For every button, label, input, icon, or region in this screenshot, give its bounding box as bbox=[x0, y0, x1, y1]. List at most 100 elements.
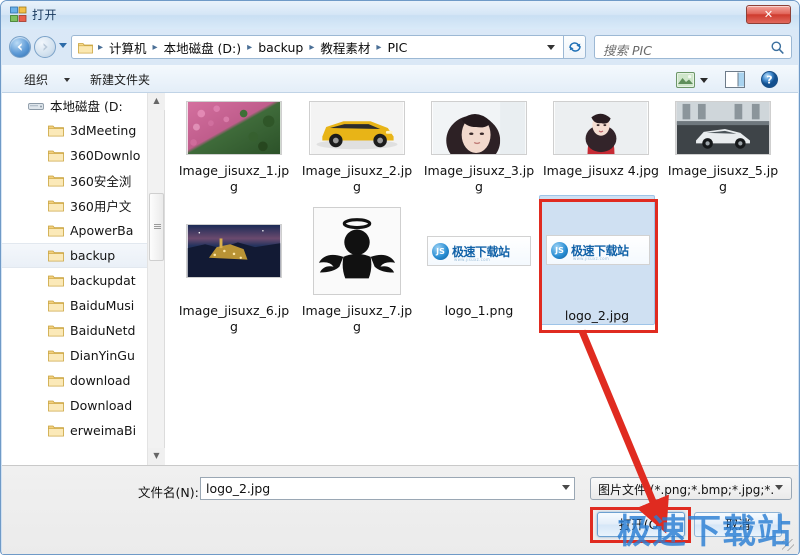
logo-subtext: www.jisuxz.com bbox=[454, 257, 491, 262]
chevron-down-icon[interactable] bbox=[700, 78, 708, 83]
tree-item-label: backupdat bbox=[70, 273, 136, 288]
address-bar: ▸ 计算机 ▸ 本地磁盘 (D:) ▸ backup ▸ 教程素材 ▸ PIC … bbox=[1, 29, 799, 65]
folder-icon bbox=[48, 350, 64, 362]
tree-item-3dmeeting[interactable]: 3dMeeting bbox=[2, 118, 164, 143]
file-list[interactable]: Image_jisuxz_1.jpg Image_jisuxz_2.jpg Imag… bbox=[165, 93, 798, 465]
tree-item-label: 360安全浏 bbox=[70, 174, 132, 189]
chevron-down-icon[interactable] bbox=[64, 78, 70, 82]
tree-item-download[interactable]: download bbox=[2, 368, 164, 393]
new-folder-button[interactable]: 新建文件夹 bbox=[90, 71, 150, 88]
open-folder-icon bbox=[10, 6, 27, 22]
breadcrumb-separator: ▸ bbox=[376, 41, 382, 53]
organize-button[interactable]: 组织 bbox=[24, 71, 48, 88]
tree-item-erweimabi[interactable]: erweimaBi bbox=[2, 418, 164, 443]
search-icon[interactable] bbox=[770, 40, 785, 55]
folder-icon bbox=[48, 175, 64, 187]
back-button[interactable] bbox=[9, 36, 31, 58]
tree-item-baidumusi[interactable]: BaiduMusi bbox=[2, 293, 164, 318]
file-name-label: Image_jisuxz_2.jpg bbox=[301, 163, 413, 194]
file-thumbnail: JS 极速下载站 www.jisuxz.com bbox=[421, 203, 537, 299]
sidebar-scrollbar[interactable]: ▲ ▼ bbox=[147, 93, 165, 465]
tree-item-baidunetd[interactable]: BaiduNetd bbox=[2, 318, 164, 343]
breadcrumb-item-backup[interactable]: backup bbox=[255, 40, 306, 55]
folder-icon bbox=[48, 325, 64, 337]
breadcrumb-item-pic[interactable]: PIC bbox=[384, 40, 410, 55]
tree-item-label: BaiduMusi bbox=[70, 298, 135, 313]
file-item[interactable]: Image_jisuxz_6.jpg bbox=[176, 203, 292, 335]
history-dropdown-icon[interactable] bbox=[59, 43, 67, 48]
tree-item-dianyingu[interactable]: DianYinGu bbox=[2, 343, 164, 368]
tree-item-360[interactable]: 360安全浏 bbox=[2, 168, 164, 193]
file-item[interactable]: JS 极速下载站 www.jisuxz.com logo_1.png bbox=[421, 203, 537, 319]
folder-icon bbox=[48, 400, 64, 412]
file-item[interactable]: JS 极速下载站 www.jisuxz.com logo_2.jpg bbox=[539, 195, 655, 325]
tree-item-label: 3dMeeting bbox=[70, 123, 137, 138]
tree-item-360downlo[interactable]: 360Downlo bbox=[2, 143, 164, 168]
jisu-download-logo: JS 极速下载站 www.jisuxz.com bbox=[546, 235, 650, 265]
breadcrumb-item-jiaocheng[interactable]: 教程素材 bbox=[317, 38, 373, 57]
tree-item-backup[interactable]: backup bbox=[2, 243, 164, 268]
chevron-down-icon[interactable] bbox=[562, 485, 570, 490]
tree-item-apowerba[interactable]: ApowerBa bbox=[2, 218, 164, 243]
breadcrumb-item-computer[interactable]: 计算机 bbox=[106, 38, 150, 57]
breadcrumb-separator: ▸ bbox=[152, 41, 158, 53]
folder-icon bbox=[48, 225, 64, 237]
folder-icon bbox=[48, 425, 64, 437]
open-file-dialog: 打开 ✕ ▸ 计算机 ▸ 本地磁盘 (D:) ▸ backup ▸ 教程素材 ▸… bbox=[0, 0, 800, 555]
tree-item-download[interactable]: Download bbox=[2, 393, 164, 418]
file-item[interactable]: Image_jisuxz_2.jpg bbox=[299, 97, 415, 195]
svg-text:?: ? bbox=[766, 74, 772, 87]
help-icon[interactable]: ? bbox=[761, 71, 778, 88]
file-name-label: Image_jisuxz_1.jpg bbox=[178, 163, 290, 194]
caret-up-icon[interactable]: ▲ bbox=[148, 93, 165, 110]
folder-icon bbox=[78, 42, 93, 53]
window-title: 打开 bbox=[32, 8, 58, 22]
file-item[interactable]: Image_jisuxz_1.jpg bbox=[176, 97, 292, 195]
breadcrumb-separator: ▸ bbox=[247, 41, 253, 53]
file-thumbnail bbox=[299, 203, 415, 299]
jisu-download-logo: JS 极速下载站 www.jisuxz.com bbox=[427, 236, 531, 266]
file-item[interactable]: Image_jisuxz_7.jpg bbox=[299, 203, 415, 335]
file-name-label: logo_2.jpg bbox=[564, 308, 630, 323]
tree-item-label: 360Downlo bbox=[70, 148, 141, 163]
filetype-select[interactable]: 图片文件 (*.png;*.bmp;*.jpg;*. bbox=[590, 477, 792, 500]
refresh-icon bbox=[568, 41, 581, 52]
close-button[interactable]: ✕ bbox=[746, 5, 791, 24]
folder-tree[interactable]: 本地磁盘 (D: 3dMeeting 360Downlo 360安全浏 360用户文 A… bbox=[2, 93, 165, 465]
filename-input[interactable]: logo_2.jpg bbox=[200, 477, 575, 500]
file-name-label: Image_jisuxz_7.jpg bbox=[301, 303, 413, 334]
folder-icon bbox=[48, 125, 64, 137]
tree-item-label: BaiduNetd bbox=[70, 323, 136, 338]
file-thumbnail bbox=[665, 97, 781, 159]
tree-item-label: Download bbox=[70, 398, 133, 413]
file-item[interactable]: Image_jisuxz 4.jpg bbox=[543, 97, 659, 179]
caret-down-icon[interactable]: ▼ bbox=[148, 448, 165, 465]
drive-icon bbox=[28, 102, 44, 110]
search-box[interactable]: 搜索 PIC bbox=[594, 35, 792, 59]
file-thumbnail: JS 极速下载站 www.jisuxz.com bbox=[540, 196, 656, 304]
breadcrumb-item-local-disk[interactable]: 本地磁盘 (D:) bbox=[161, 38, 245, 57]
tree-item-backupdat[interactable]: backupdat bbox=[2, 268, 164, 293]
folder-icon bbox=[48, 200, 64, 212]
file-thumbnail bbox=[299, 97, 415, 159]
filename-label: 文件名(N): bbox=[138, 485, 199, 500]
file-name-label: logo_1.png bbox=[444, 303, 514, 318]
scrollbar-thumb[interactable] bbox=[149, 193, 164, 261]
view-mode-icon[interactable] bbox=[676, 72, 695, 88]
search-input[interactable]: 搜索 PIC bbox=[603, 40, 652, 59]
refresh-button[interactable] bbox=[564, 35, 586, 59]
file-thumbnail bbox=[176, 97, 292, 159]
forward-button[interactable] bbox=[34, 36, 56, 58]
file-item[interactable]: Image_jisuxz_3.jpg bbox=[421, 97, 537, 195]
tree-item-360[interactable]: 360用户文 bbox=[2, 193, 164, 218]
chevron-down-icon[interactable] bbox=[547, 45, 555, 50]
logo-badge: JS bbox=[551, 241, 568, 259]
preview-pane-icon[interactable] bbox=[725, 71, 745, 88]
watermark: 极速下载站 bbox=[617, 512, 792, 552]
chevron-down-icon[interactable] bbox=[775, 485, 783, 490]
tree-item-label: download bbox=[70, 373, 131, 388]
forward-arrow-icon bbox=[43, 43, 48, 51]
tree-item-local-disk[interactable]: 本地磁盘 (D: bbox=[2, 93, 164, 118]
file-item[interactable]: Image_jisuxz_5.jpg bbox=[665, 97, 781, 195]
breadcrumb[interactable]: ▸ 计算机 ▸ 本地磁盘 (D:) ▸ backup ▸ 教程素材 ▸ PIC bbox=[71, 35, 564, 59]
